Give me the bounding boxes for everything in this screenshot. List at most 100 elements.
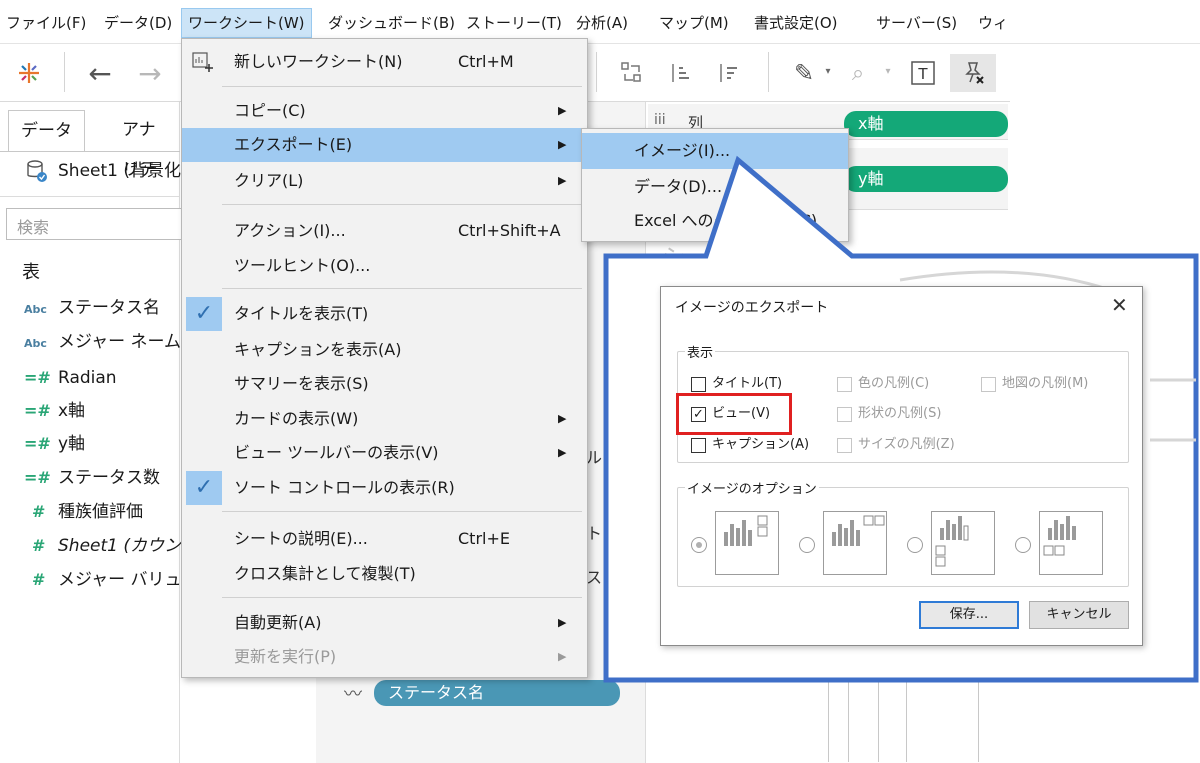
tableau-logo-icon[interactable] bbox=[12, 58, 46, 88]
menu-item-show-sort-controls[interactable]: ✓ ソート コントロールの表示(R) bbox=[182, 471, 587, 505]
cancel-button[interactable]: キャンセル bbox=[1029, 601, 1129, 629]
swap-rows-columns-icon[interactable] bbox=[612, 56, 652, 90]
field-item[interactable]: =# x軸 bbox=[24, 397, 85, 425]
menu-item-clear[interactable]: クリア(L) ▶ bbox=[182, 164, 587, 198]
checkmark-icon: ✓ bbox=[186, 471, 222, 505]
menu-item-show-caption[interactable]: キャプションを表示(A) bbox=[182, 333, 587, 367]
submenu-arrow-icon: ▶ bbox=[558, 650, 567, 663]
menu-format[interactable]: 書式設定(O) bbox=[754, 11, 838, 35]
radio-layout-legend-top[interactable] bbox=[799, 537, 815, 553]
close-icon[interactable]: ✕ bbox=[1111, 293, 1128, 317]
field-item[interactable]: Abc ステータス名 bbox=[24, 294, 160, 322]
data-pane: データ アナリテ Sheet1 (背景化 検索 表 Abc ステータス名 Abc メ… bbox=[0, 102, 199, 763]
submenu-arrow-icon: ▶ bbox=[558, 446, 567, 459]
datasource-name[interactable]: Sheet1 (背景化 bbox=[58, 158, 181, 184]
menu-item-label: エクスポート(E) bbox=[234, 135, 353, 154]
tab-data[interactable]: データ bbox=[8, 110, 85, 152]
field-name: ステータス名 bbox=[58, 298, 160, 318]
menu-window[interactable]: ウィ bbox=[978, 11, 1008, 35]
field-item[interactable]: =# Radian bbox=[24, 364, 117, 392]
radio-layout-legend-bottom[interactable] bbox=[907, 537, 923, 553]
menu-item-shortcut: Ctrl+Shift+A bbox=[458, 221, 561, 240]
field-name: ステータス数 bbox=[58, 468, 160, 488]
menu-dashboard[interactable]: ダッシュボード(B) bbox=[328, 11, 455, 35]
text-label-icon[interactable]: T bbox=[906, 56, 940, 90]
sort-ascending-icon[interactable] bbox=[660, 56, 700, 90]
calc-measure-icon: =# bbox=[24, 368, 51, 387]
sort-descending-icon[interactable] bbox=[708, 56, 748, 90]
menu-analysis[interactable]: 分析(A) bbox=[576, 11, 628, 35]
chevron-down-icon[interactable]: ▾ bbox=[882, 64, 894, 78]
sheet-title: シート１ bbox=[662, 244, 758, 272]
pin-clear-icon[interactable] bbox=[950, 54, 996, 92]
menu-item-export[interactable]: エクスポート(E) ▶ bbox=[182, 128, 587, 162]
field-item[interactable]: Abc メジャー ネーム bbox=[24, 328, 181, 356]
tab-analytics[interactable]: アナリテ bbox=[110, 110, 179, 180]
menu-item-show-view-toolbar[interactable]: ビュー ツールバーの表示(V) ▶ bbox=[182, 436, 587, 470]
rows-pill-y[interactable]: y軸 bbox=[844, 166, 1008, 192]
field-item[interactable]: =# ステータス数 bbox=[24, 464, 160, 492]
menu-item-tooltip[interactable]: ツールヒント(O)... bbox=[182, 249, 587, 283]
menu-story[interactable]: ストーリー(T) bbox=[466, 11, 562, 35]
search-placeholder: 検索 bbox=[17, 218, 50, 237]
menu-server[interactable]: サーバー(S) bbox=[876, 11, 957, 35]
field-item[interactable]: # 種族値評価 bbox=[24, 498, 143, 526]
menu-item-label: タイトルを表示(T) bbox=[234, 304, 369, 323]
menu-item-export-data[interactable]: データ(D)... bbox=[582, 169, 848, 205]
menu-item-actions[interactable]: アクション(I)... Ctrl+Shift+A bbox=[182, 214, 587, 248]
dialog-title: イメージのエクスポート bbox=[675, 300, 829, 316]
menu-data[interactable]: データ(D) bbox=[104, 11, 172, 35]
field-name: メジャー バリュー bbox=[58, 570, 199, 590]
paperclip-icon[interactable]: ⌕ bbox=[840, 56, 876, 90]
radio-layout-legend-right-top[interactable] bbox=[691, 537, 707, 553]
checkbox-label: ビュー(V) bbox=[712, 406, 771, 421]
menu-item-export-crosstab[interactable]: Excel へのクロス集計(C) bbox=[582, 203, 848, 239]
svg-text:T: T bbox=[917, 65, 928, 83]
menu-item-sheet-description[interactable]: シートの説明(E)... Ctrl+E bbox=[182, 522, 587, 556]
chevron-down-icon[interactable]: ▾ bbox=[822, 64, 834, 78]
menu-item-show-summary[interactable]: サマリーを表示(S) bbox=[182, 367, 587, 401]
menu-item-run-update[interactable]: 更新を実行(P) ▶ bbox=[182, 640, 587, 674]
menu-item-label: サマリーを表示(S) bbox=[234, 374, 369, 393]
menu-item-label: キャプションを表示(A) bbox=[234, 340, 402, 359]
columns-icon: iii bbox=[654, 112, 666, 128]
forward-arrow-icon[interactable]: → bbox=[130, 56, 170, 90]
menu-item-label: Excel へのクロス集計(C) bbox=[634, 211, 818, 230]
field-item[interactable]: =# y軸 bbox=[24, 430, 85, 458]
radio-layout-legend-left[interactable] bbox=[1015, 537, 1031, 553]
marks-pill-fragment bbox=[606, 642, 646, 670]
measure-icon: # bbox=[32, 502, 46, 521]
export-submenu: イメージ(I)... データ(D)... Excel へのクロス集計(C) bbox=[581, 128, 849, 242]
search-input[interactable]: 検索 bbox=[6, 208, 196, 240]
columns-pill-x[interactable]: x軸 bbox=[844, 111, 1008, 137]
menu-file[interactable]: ファイル(F) bbox=[6, 11, 86, 35]
field-item[interactable]: # Sheet1 (カウン bbox=[24, 532, 181, 560]
new-worksheet-icon bbox=[192, 52, 214, 86]
menu-item-show-cards[interactable]: カードの表示(W) ▶ bbox=[182, 402, 587, 436]
checkbox-label: タイトル(T) bbox=[712, 376, 783, 391]
calc-measure-icon: =# bbox=[24, 401, 51, 420]
menu-map[interactable]: マップ(M) bbox=[659, 11, 729, 35]
back-arrow-icon[interactable]: ← bbox=[80, 56, 120, 90]
menu-item-export-image[interactable]: イメージ(I)... bbox=[582, 133, 848, 169]
menu-item-new-worksheet[interactable]: 新しいワークシート(N) Ctrl+M bbox=[182, 45, 587, 79]
menu-item-label: クロス集計として複製(T) bbox=[234, 564, 416, 583]
database-icon bbox=[26, 158, 48, 184]
save-button[interactable]: 保存... bbox=[919, 601, 1019, 629]
menu-item-show-title[interactable]: ✓ タイトルを表示(T) bbox=[182, 297, 587, 331]
highlight-pen-icon[interactable]: ✎ bbox=[784, 56, 824, 90]
marks-pill-status-name[interactable]: ステータス名 bbox=[374, 680, 620, 706]
calc-measure-icon: =# bbox=[24, 468, 51, 487]
field-name: Radian bbox=[58, 368, 117, 388]
menu-item-copy[interactable]: コピー(C) ▶ bbox=[182, 94, 587, 128]
checkbox-box bbox=[837, 438, 852, 453]
marks-pill-fragment bbox=[612, 425, 652, 451]
submenu-arrow-icon: ▶ bbox=[558, 104, 567, 117]
submenu-arrow-icon: ▶ bbox=[558, 138, 567, 151]
menu-worksheet[interactable]: ワークシート(W) bbox=[181, 8, 312, 38]
field-item[interactable]: # メジャー バリュー bbox=[24, 566, 199, 594]
menu-item-duplicate-crosstab[interactable]: クロス集計として複製(T) bbox=[182, 557, 587, 591]
checkbox-label: サイズの凡例(Z) bbox=[858, 437, 955, 452]
menu-item-auto-update[interactable]: 自動更新(A) ▶ bbox=[182, 606, 587, 640]
layout-thumbnail bbox=[931, 511, 995, 575]
